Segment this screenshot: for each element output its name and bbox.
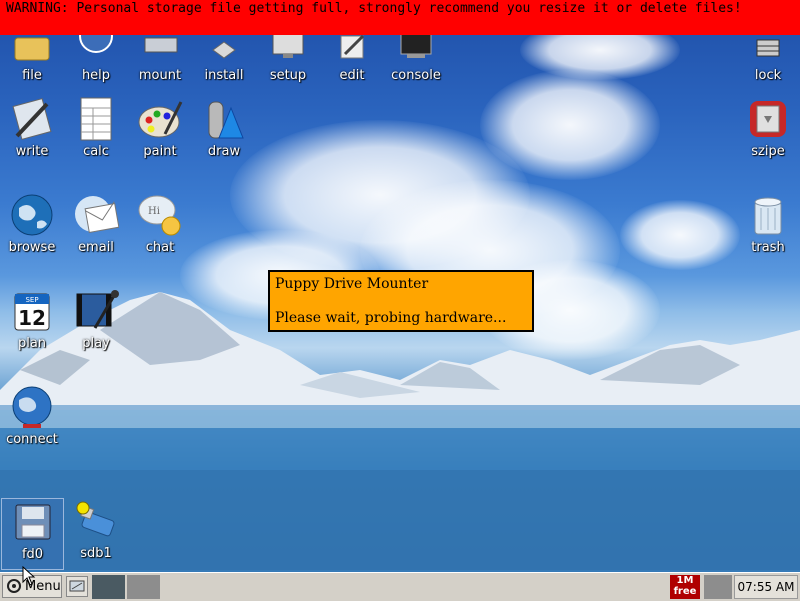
svg-text:Hi: Hi xyxy=(148,206,160,217)
desktop-icon-connect[interactable]: connect xyxy=(0,384,64,447)
warning-text: WARNING: Personal storage file getting f… xyxy=(6,1,742,16)
icon-label: lock xyxy=(754,68,782,83)
icon-label: file xyxy=(22,68,42,83)
icon-label: install xyxy=(204,68,244,83)
quick-launch-button[interactable] xyxy=(66,576,88,597)
icon-label: browse xyxy=(8,240,56,255)
clock[interactable]: 07:55 AM xyxy=(734,575,798,599)
free-space-amount: 1M xyxy=(676,575,694,586)
desktop-icon-sdb1[interactable]: sdb1 xyxy=(64,498,128,561)
calendar-icon: SEP 12 xyxy=(14,293,50,331)
icon-label: edit xyxy=(339,68,365,83)
palette-icon xyxy=(138,101,183,138)
chat-bubble-icon: Hi xyxy=(138,195,181,236)
desktop-show-icon xyxy=(69,580,85,592)
icon-label: szipe xyxy=(751,144,785,159)
desktop-icon-plan[interactable]: SEP 12 plan xyxy=(0,288,64,351)
trash-bin-icon xyxy=(754,197,782,235)
menu-gear-icon xyxy=(7,579,21,593)
icon-label: setup xyxy=(269,68,307,83)
icon-label: console xyxy=(391,68,441,83)
calendar-month: SEP xyxy=(25,296,38,304)
dialog-title: Puppy Drive Mounter xyxy=(275,276,429,292)
icon-label: fd0 xyxy=(21,547,44,562)
globe-icon xyxy=(11,194,53,236)
workspace-pager-2[interactable] xyxy=(127,575,160,599)
desktop-icon-draw[interactable]: draw xyxy=(192,96,256,159)
usb-drive-icon xyxy=(76,501,115,537)
icon-label: sdb1 xyxy=(80,546,112,561)
calendar-day: 12 xyxy=(18,306,46,330)
desktop-icon-fd0[interactable]: fd0 xyxy=(1,498,64,570)
spreadsheet-icon xyxy=(80,97,112,141)
floppy-disk-icon xyxy=(15,504,50,540)
write-tools-icon xyxy=(12,98,52,140)
archive-box-icon xyxy=(750,101,786,137)
icon-label: mount xyxy=(138,68,182,83)
tray-slot xyxy=(704,575,732,599)
desktop-icon-calc[interactable]: calc xyxy=(64,96,128,159)
desktop-icon-szipe[interactable]: szipe xyxy=(736,96,800,159)
workspace-pager-1[interactable] xyxy=(92,575,125,599)
envelope-icon xyxy=(75,196,119,234)
free-space-label: free xyxy=(673,586,697,597)
desktop-icon-play[interactable]: play xyxy=(64,288,128,351)
shapes-icon xyxy=(208,101,244,139)
mouse-cursor-icon xyxy=(22,566,36,586)
dialog-message: Please wait, probing hardware... xyxy=(275,310,507,326)
icon-label: help xyxy=(81,68,111,83)
icon-label: calc xyxy=(83,144,109,159)
icon-label: email xyxy=(78,240,114,255)
media-player-icon xyxy=(76,290,119,329)
icon-label: chat xyxy=(145,240,175,255)
icon-label: connect xyxy=(6,432,58,447)
icon-label: paint xyxy=(143,144,177,159)
storage-warning-banner: WARNING: Personal storage file getting f… xyxy=(0,0,800,35)
icon-label: play xyxy=(82,336,110,351)
network-globe-icon xyxy=(12,386,52,428)
desktop-icon-browse[interactable]: browse xyxy=(0,192,64,255)
free-space-indicator: 1M free xyxy=(670,575,700,599)
desktop-icon-paint[interactable]: paint xyxy=(128,96,192,159)
icon-label: trash xyxy=(751,240,785,255)
desktop-icon-write[interactable]: write xyxy=(0,96,64,159)
desktop-icon-chat[interactable]: Hi chat xyxy=(128,192,192,255)
drive-mounter-dialog: Puppy Drive Mounter Please wait, probing… xyxy=(268,270,534,332)
taskbar: Menu 1M free 07:55 AM xyxy=(0,572,800,601)
icon-label: draw xyxy=(207,144,241,159)
desktop-icon-email[interactable]: email xyxy=(64,192,128,255)
desktop-icon-trash[interactable]: trash xyxy=(736,192,800,255)
icon-label: write xyxy=(15,144,49,159)
icon-label: plan xyxy=(17,336,47,351)
